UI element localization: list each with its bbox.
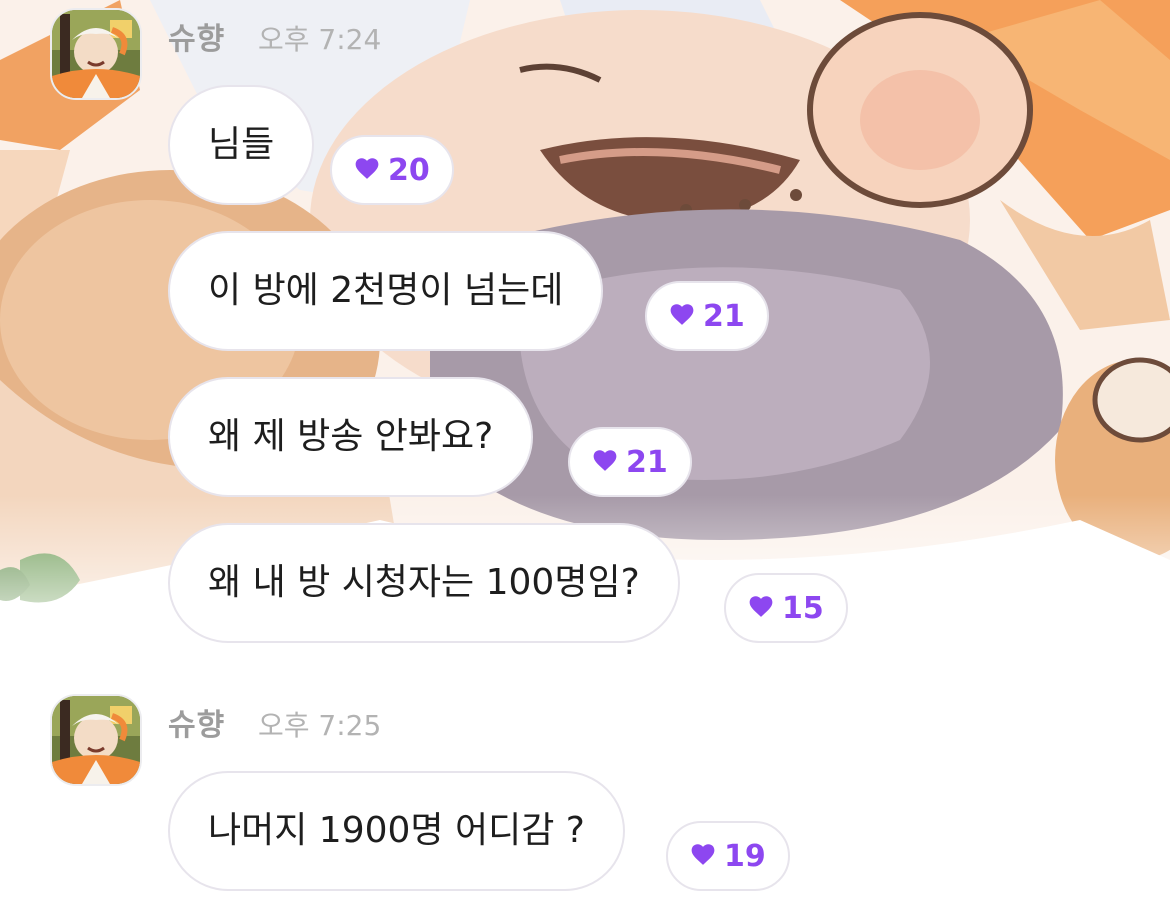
heart-icon — [355, 158, 379, 179]
message-bubble[interactable]: 님들 — [168, 85, 315, 205]
chat-message: 왜 내 방 시청자는 100명임? 15 — [0, 523, 1170, 643]
sender-name: 슈향 — [168, 708, 226, 743]
like-reaction[interactable]: 19 — [666, 821, 790, 891]
message-bubble[interactable]: 왜 내 방 시청자는 100명임? — [168, 523, 680, 643]
like-reaction[interactable]: 21 — [645, 281, 769, 351]
chat-message: 나머지 1900명 어디감 ? 19 — [0, 771, 1170, 891]
message-bubble[interactable]: 왜 제 방송 안봐요? — [168, 377, 534, 497]
sender-name: 슈향 — [168, 22, 226, 57]
heart-icon — [691, 844, 715, 865]
like-count: 21 — [626, 444, 668, 480]
heart-icon — [749, 596, 773, 617]
message-timestamp: 오후 7:25 — [258, 709, 382, 742]
like-count: 21 — [703, 298, 745, 334]
like-count: 20 — [388, 152, 430, 188]
message-bubble[interactable]: 이 방에 2천명이 넘는데 — [168, 231, 604, 351]
heart-icon — [670, 304, 694, 325]
chat-message: 님들 20 — [0, 85, 1170, 205]
like-reaction[interactable]: 20 — [330, 135, 454, 205]
like-count: 19 — [724, 838, 766, 874]
like-reaction[interactable]: 21 — [568, 427, 692, 497]
message-timestamp: 오후 7:24 — [258, 23, 382, 56]
heart-icon — [593, 450, 617, 471]
chat-message: 왜 제 방송 안봐요? 21 — [0, 377, 1170, 497]
chat-message: 이 방에 2천명이 넘는데 21 — [0, 231, 1170, 351]
like-count: 15 — [782, 590, 824, 626]
like-reaction[interactable]: 15 — [724, 573, 848, 643]
message-bubble[interactable]: 나머지 1900명 어디감 ? — [168, 771, 625, 891]
